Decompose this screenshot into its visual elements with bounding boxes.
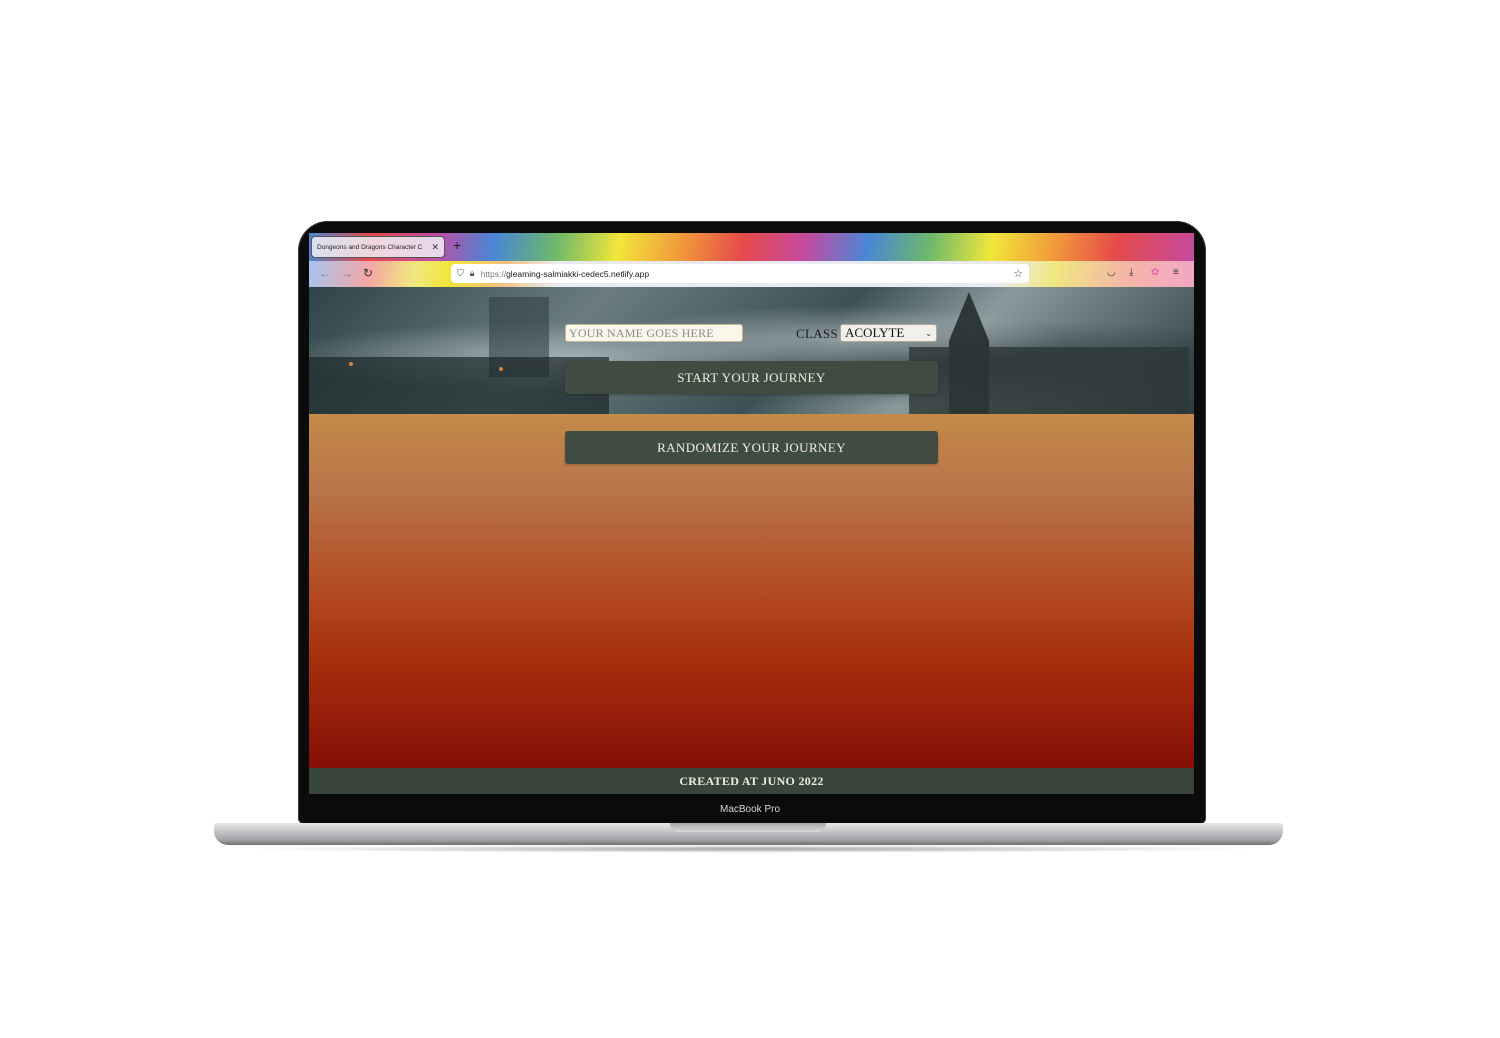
- new-tab-button[interactable]: +: [453, 237, 461, 253]
- reload-icon[interactable]: ↻: [363, 266, 373, 280]
- page-footer: CREATED AT JUNO 2022: [309, 768, 1194, 794]
- menu-icon[interactable]: ≡: [1173, 267, 1179, 278]
- shield-icon[interactable]: ⛉: [457, 268, 464, 279]
- back-arrow-icon[interactable]: ←: [319, 266, 331, 280]
- class-selected-value: ACOLYTE: [845, 325, 905, 340]
- browser-tab[interactable]: Dungeons and Dragons Character C ✕: [311, 236, 445, 258]
- randomize-journey-button[interactable]: RANDOMIZE YOUR JOURNEY: [565, 431, 938, 464]
- url-scheme: https://: [480, 268, 507, 279]
- hero-banner-image: [309, 287, 1194, 414]
- page-content: CLASS ACOLYTE ⌄ START YOUR JOURNEY RANDO…: [309, 287, 1194, 794]
- class-select[interactable]: ACOLYTE ⌄: [840, 324, 937, 342]
- tab-title: Dungeons and Dragons Character C: [317, 243, 423, 251]
- laptop-base-notch: [670, 823, 826, 832]
- browser-nav-bar: ← → ↻ ⛉ 🔒︎ https://gleaming-salmiakki-ce…: [309, 261, 1194, 287]
- start-journey-button[interactable]: START YOUR JOURNEY: [565, 361, 938, 394]
- browser-tab-bar: Dungeons and Dragons Character C ✕ +: [309, 233, 1194, 261]
- pocket-icon[interactable]: ◡: [1107, 267, 1116, 278]
- address-bar[interactable]: ⛉ 🔒︎ https://gleaming-salmiakki-cedec5.n…: [451, 264, 1029, 283]
- lock-icon[interactable]: 🔒︎: [470, 268, 475, 279]
- forward-arrow-icon[interactable]: →: [341, 266, 353, 280]
- device-label: MacBook Pro: [719, 804, 781, 815]
- class-label: CLASS: [796, 326, 838, 341]
- bookmark-star-icon[interactable]: ☆: [1013, 267, 1023, 280]
- character-name-input[interactable]: [565, 324, 743, 342]
- close-tab-icon[interactable]: ✕: [431, 242, 439, 253]
- download-icon[interactable]: ⤓: [1129, 267, 1133, 278]
- url-host: gleaming-salmiakki-cedec5.netlify.app: [506, 268, 650, 279]
- extension-icon[interactable]: ✿: [1151, 267, 1159, 278]
- laptop-shadow: [240, 845, 1260, 853]
- url-text[interactable]: https://gleaming-salmiakki-cedec5.netlif…: [481, 269, 1014, 279]
- chevron-down-icon: ⌄: [925, 328, 932, 338]
- laptop-screen: Dungeons and Dragons Character C ✕ + ← →…: [309, 233, 1194, 794]
